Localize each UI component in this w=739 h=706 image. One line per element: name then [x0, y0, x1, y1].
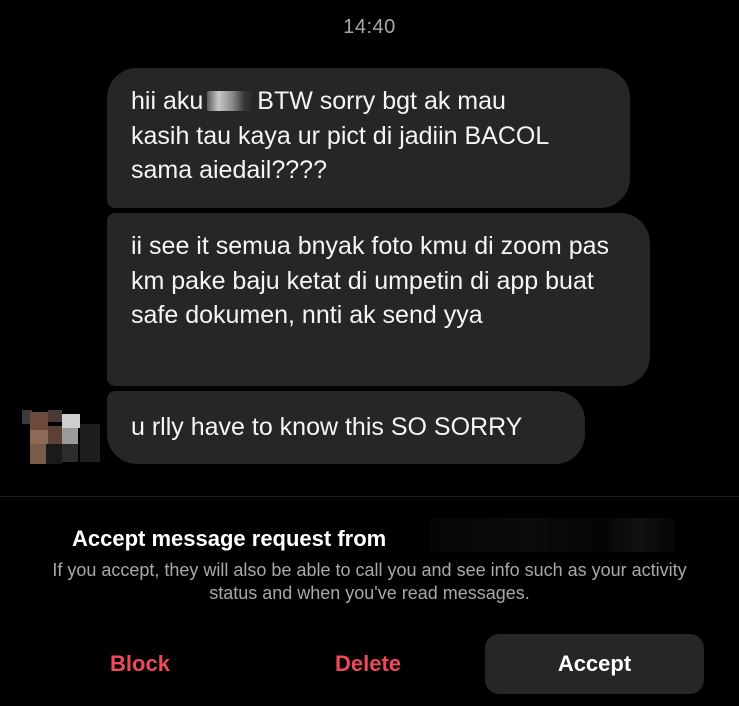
message-text-start: hii aku [131, 87, 204, 115]
request-actions: Block Delete Accept [0, 634, 739, 694]
message-text-rest: kasih tau kaya ur pict di jadiin BACOL s… [131, 121, 549, 185]
divider [0, 496, 739, 497]
sender-avatar-blurred[interactable] [22, 410, 106, 466]
message-text-continued: BTW sorry bgt ak mau [257, 87, 506, 115]
message-bubble[interactable]: ii see it semua bnyak foto kmu di zoom p… [107, 213, 650, 386]
accept-button[interactable]: Accept [485, 634, 704, 694]
delete-button[interactable]: Delete [288, 634, 448, 694]
message-text: ii see it semua bnyak foto kmu di zoom p… [131, 232, 610, 329]
redacted-name [207, 91, 254, 111]
message-request-screen: 14:40 hii aku BTW sorry bgt ak mau kasih … [0, 0, 739, 706]
request-info-text: If you accept, they will also be able to… [52, 560, 687, 603]
request-title: Accept message request from [72, 526, 387, 551]
block-button[interactable]: Block [60, 634, 220, 694]
message-bubble[interactable]: u rlly have to know this SO SORRY [107, 391, 585, 464]
redacted-username [430, 518, 675, 552]
message-timestamp: 14:40 [343, 16, 396, 38]
message-text: u rlly have to know this SO SORRY [131, 413, 523, 441]
message-bubble[interactable]: hii aku BTW sorry bgt ak mau kasih tau ka… [107, 68, 630, 208]
